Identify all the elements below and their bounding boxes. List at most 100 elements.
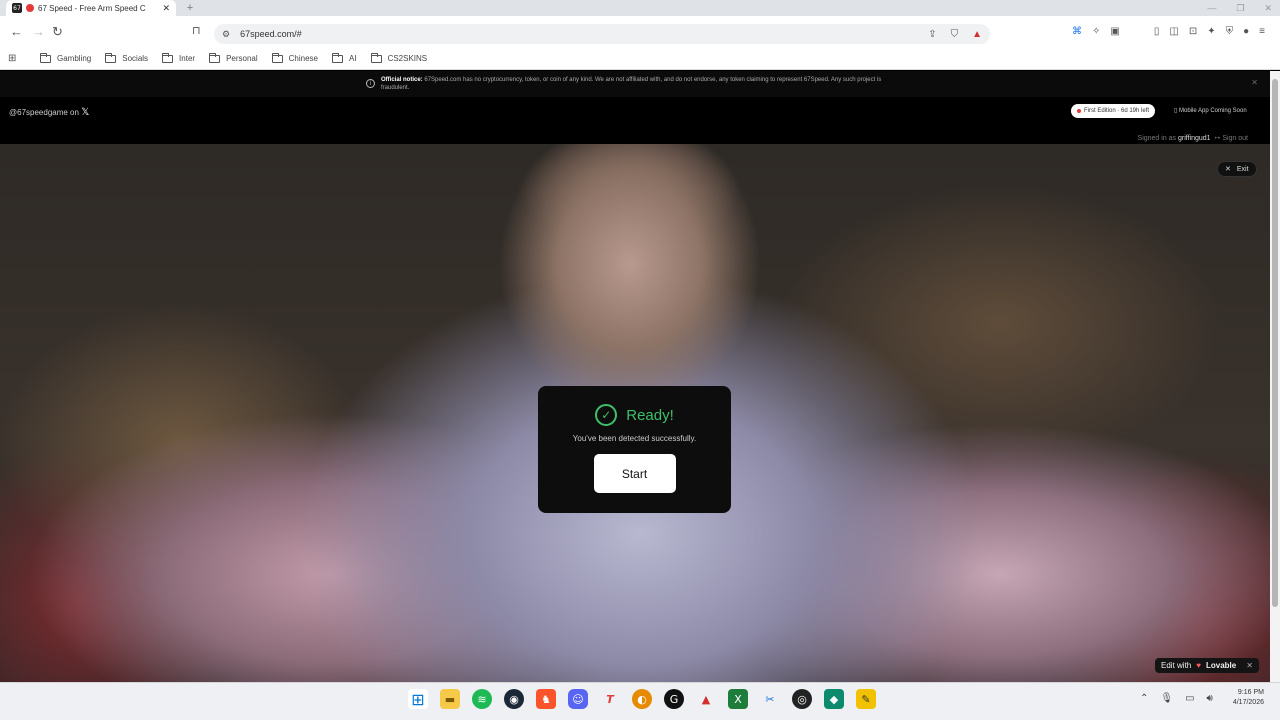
scrollbar-thumb[interactable] bbox=[1272, 79, 1278, 607]
close-tab-icon[interactable]: ✕ bbox=[162, 3, 170, 14]
x-logo-icon: 𝕏 bbox=[81, 107, 90, 118]
ready-header: ✓ Ready! bbox=[595, 404, 674, 426]
extension-icon[interactable]: ✧ bbox=[1092, 26, 1100, 37]
sign-out-icon: ↦ bbox=[1214, 135, 1221, 142]
edition-badge: First Edition · 6d 19h left bbox=[1071, 104, 1156, 118]
active-tab[interactable]: 67 67 Speed - Free Arm Speed C ✕ bbox=[6, 0, 176, 16]
bookmark-folder[interactable]: Inter bbox=[162, 52, 196, 63]
g-app-icon[interactable]: G bbox=[664, 689, 684, 709]
windows-start-icon[interactable]: ⊞ bbox=[408, 689, 428, 709]
spotify-icon[interactable]: ≋ bbox=[472, 689, 492, 709]
bookmark-folder[interactable]: Socials bbox=[105, 52, 149, 63]
bookmark-label: Inter bbox=[179, 54, 196, 63]
live-dot-icon bbox=[1077, 109, 1081, 113]
ai-icon[interactable]: ✦ bbox=[1207, 26, 1215, 37]
forward-icon[interactable]: → bbox=[32, 24, 45, 39]
ready-dialog: ✓ Ready! You've been detected successful… bbox=[538, 386, 731, 513]
info-icon: i bbox=[366, 79, 375, 88]
lovable-logo-icon: ♥ bbox=[1196, 661, 1201, 670]
minimize-icon[interactable]: — bbox=[1207, 3, 1216, 13]
triangle-app-icon[interactable]: ▲ bbox=[696, 689, 716, 709]
bookmark-label: Socials bbox=[122, 54, 149, 63]
menu-icon[interactable]: ≡ bbox=[1259, 26, 1265, 37]
username: griffingud1 bbox=[1178, 135, 1211, 142]
ready-subtitle: You've been detected successfully. bbox=[572, 434, 697, 443]
profile-icon[interactable]: ● bbox=[1243, 26, 1249, 37]
shield-icon[interactable]: ⛉ bbox=[951, 29, 959, 40]
apps-grid-icon[interactable]: ⊞ bbox=[8, 53, 20, 64]
bookmark-folder[interactable]: AI bbox=[332, 52, 357, 63]
folder-icon bbox=[162, 52, 174, 63]
edit-with-lovable-badge[interactable]: Edit with ♥ Lovable ✕ bbox=[1155, 658, 1259, 673]
bookmark-folder[interactable]: Personal bbox=[209, 52, 258, 63]
close-badge-icon[interactable]: ✕ bbox=[1246, 661, 1253, 670]
microphone-icon[interactable]: 🎙︎ bbox=[1160, 693, 1173, 704]
signed-in-prefix: Signed in as bbox=[1137, 135, 1177, 142]
new-tab-button[interactable]: + bbox=[182, 2, 198, 14]
maximize-icon[interactable]: ❐ bbox=[1236, 3, 1244, 14]
phone-icon: ▯ bbox=[1174, 108, 1178, 114]
snipping-tool-icon[interactable]: ✂ bbox=[760, 689, 780, 709]
close-notice-icon[interactable]: ✕ bbox=[1251, 79, 1258, 87]
folder-icon bbox=[209, 52, 221, 63]
ready-title: Ready! bbox=[626, 406, 674, 424]
discord-icon[interactable]: ☺ bbox=[568, 689, 588, 709]
vpn-icon[interactable]: ⛨ bbox=[1226, 26, 1234, 37]
back-icon[interactable]: ← bbox=[10, 24, 23, 39]
signed-in-info: Signed in as griffingud1 ↦ Sign out bbox=[1138, 134, 1248, 142]
bookmark-label: CS2SKINS bbox=[387, 54, 428, 63]
page-viewport: i Official notice: 67Speed.com has no cr… bbox=[0, 71, 1270, 682]
green-app-icon[interactable]: ◆ bbox=[824, 689, 844, 709]
extensions-bar: ⌘ ✧ ▣ ▯ ◫ ⊡ ✦ ⛨ ● ≡ bbox=[1072, 26, 1265, 37]
camera-icon[interactable]: ▣ bbox=[1110, 26, 1119, 37]
sidebar-icon[interactable]: ▯ bbox=[1154, 26, 1160, 37]
bookmark-label: Personal bbox=[226, 54, 258, 63]
bookmark-label: Chinese bbox=[288, 54, 318, 63]
translate-icon[interactable]: ⌘ bbox=[1072, 26, 1082, 37]
file-explorer-icon[interactable]: ▬ bbox=[440, 689, 460, 709]
folder-icon bbox=[332, 52, 343, 63]
clock-time: 9:16 PM bbox=[1237, 689, 1264, 696]
sign-out-link[interactable]: Sign out bbox=[1222, 135, 1248, 142]
recording-icon bbox=[26, 4, 34, 12]
exit-button[interactable]: ✕ Exit bbox=[1217, 161, 1257, 177]
tray-chevron-icon[interactable]: ⌃ bbox=[1140, 693, 1148, 704]
folder-icon bbox=[105, 52, 117, 63]
bookmark-folder[interactable]: Chinese bbox=[271, 52, 318, 63]
obs-icon[interactable]: ◎ bbox=[792, 689, 812, 709]
text-editor-icon[interactable]: T bbox=[600, 689, 620, 709]
steam-icon[interactable]: ◉ bbox=[504, 689, 524, 709]
official-notice-banner: i Official notice: 67Speed.com has no cr… bbox=[0, 71, 1270, 97]
taskbar-clock[interactable]: 9:16 PM 4/17/2026 bbox=[1218, 688, 1264, 708]
warning-icon[interactable]: ▲ bbox=[972, 29, 982, 40]
close-window-icon[interactable]: ✕ bbox=[1264, 3, 1272, 14]
network-icon[interactable]: ▭ bbox=[1185, 693, 1194, 704]
system-tray: ⌃ 🎙︎ ▭ 🔊︎ bbox=[1140, 693, 1213, 704]
windows-taskbar: ⊞ ▬ ≋ ◉ ♞ ☺ T ◐ G ▲ X ✂ ◎ ◆ ✎ ⌃ 🎙︎ ▭ 🔊︎ … bbox=[0, 682, 1280, 720]
bookmark-folder[interactable]: Gambling bbox=[40, 52, 91, 63]
screenshot-icon[interactable]: ⊡ bbox=[1189, 26, 1197, 37]
social-link[interactable]: @67speedgame on 𝕏 bbox=[9, 107, 89, 118]
site-info-icon[interactable]: ⚙ bbox=[222, 29, 230, 40]
start-button[interactable]: Start bbox=[593, 454, 676, 493]
notes-icon[interactable]: ✎ bbox=[856, 689, 876, 709]
mobile-app-text: Mobile App Coming Soon bbox=[1178, 108, 1247, 114]
folder-icon bbox=[40, 52, 51, 63]
wallet-icon[interactable]: ◫ bbox=[1169, 26, 1178, 37]
game-launcher-icon[interactable]: ◐ bbox=[632, 689, 652, 709]
lovable-text: Lovable bbox=[1205, 661, 1237, 670]
edition-badge-text: First Edition · 6d 19h left bbox=[1084, 108, 1150, 114]
brave-icon[interactable]: ♞ bbox=[536, 689, 556, 709]
reload-icon[interactable]: ↻ bbox=[52, 24, 63, 40]
bookmark-folder[interactable]: CS2SKINS bbox=[370, 52, 428, 63]
address-bar[interactable]: ⚙ 67speed.com/# ⇪ ⛉ ▲ bbox=[214, 24, 990, 44]
mobile-app-notice: ▯ Mobile App Coming Soon bbox=[1174, 107, 1247, 114]
window-controls: — ❐ ✕ bbox=[1207, 0, 1272, 16]
excel-icon[interactable]: X bbox=[728, 689, 748, 709]
share-icon[interactable]: ⇪ bbox=[928, 29, 936, 40]
bookmark-icon[interactable]: ⊓ bbox=[192, 24, 201, 37]
volume-icon[interactable]: 🔊︎ bbox=[1207, 693, 1213, 704]
edit-with-text: Edit with bbox=[1161, 661, 1192, 670]
page-scrollbar[interactable] bbox=[1270, 71, 1280, 682]
notice-body: 67Speed.com has no cryptocurrency, token… bbox=[381, 77, 882, 91]
